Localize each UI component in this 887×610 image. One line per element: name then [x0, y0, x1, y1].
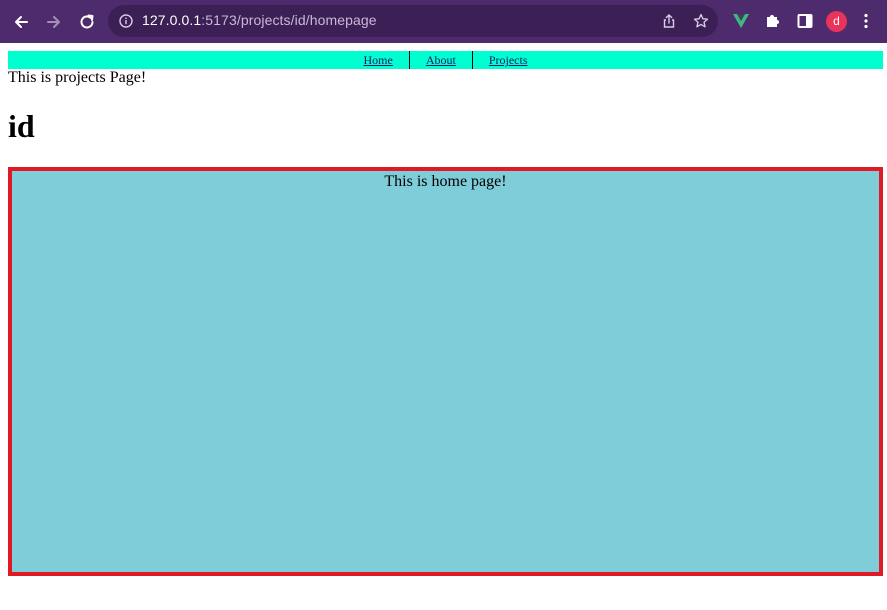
nav-link-about[interactable]: About [410, 51, 472, 69]
back-arrow-icon [15, 16, 28, 28]
browser-toolbar: 127.0.0.1:5173/projects/id/homepage d [0, 0, 887, 43]
address-bar[interactable]: 127.0.0.1:5173/projects/id/homepage [108, 5, 718, 37]
forward-arrow-icon [47, 16, 60, 28]
home-page-text: This is home page! [384, 173, 507, 190]
share-icon[interactable] [661, 13, 677, 29]
back-button[interactable] [10, 11, 32, 33]
top-navigation: Home About Projects [8, 51, 883, 69]
vue-extension-icon[interactable] [732, 12, 750, 30]
profile-avatar[interactable]: d [826, 11, 847, 32]
star-icon[interactable] [693, 13, 709, 29]
url-text[interactable]: 127.0.0.1:5173/projects/id/homepage [142, 12, 377, 28]
side-panel-icon[interactable] [796, 12, 814, 30]
info-icon[interactable] [119, 14, 133, 28]
page-heading: id [8, 108, 35, 144]
projects-page-text: This is projects Page! [8, 69, 147, 86]
puzzle-extension-icon[interactable] [764, 12, 782, 30]
url-path: :5173/projects/id/homepage [201, 12, 377, 28]
nav-link-home[interactable]: Home [348, 51, 409, 69]
nav-link-projects[interactable]: Projects [473, 51, 544, 69]
reload-button[interactable] [76, 11, 98, 33]
page-viewport: Home About Projects This is projects Pag… [0, 43, 887, 610]
url-host: 127.0.0.1 [142, 12, 202, 28]
home-page-container: This is home page! [8, 167, 883, 576]
forward-button[interactable] [43, 11, 65, 33]
reload-icon [80, 14, 94, 29]
kebab-menu-icon[interactable] [857, 12, 875, 30]
